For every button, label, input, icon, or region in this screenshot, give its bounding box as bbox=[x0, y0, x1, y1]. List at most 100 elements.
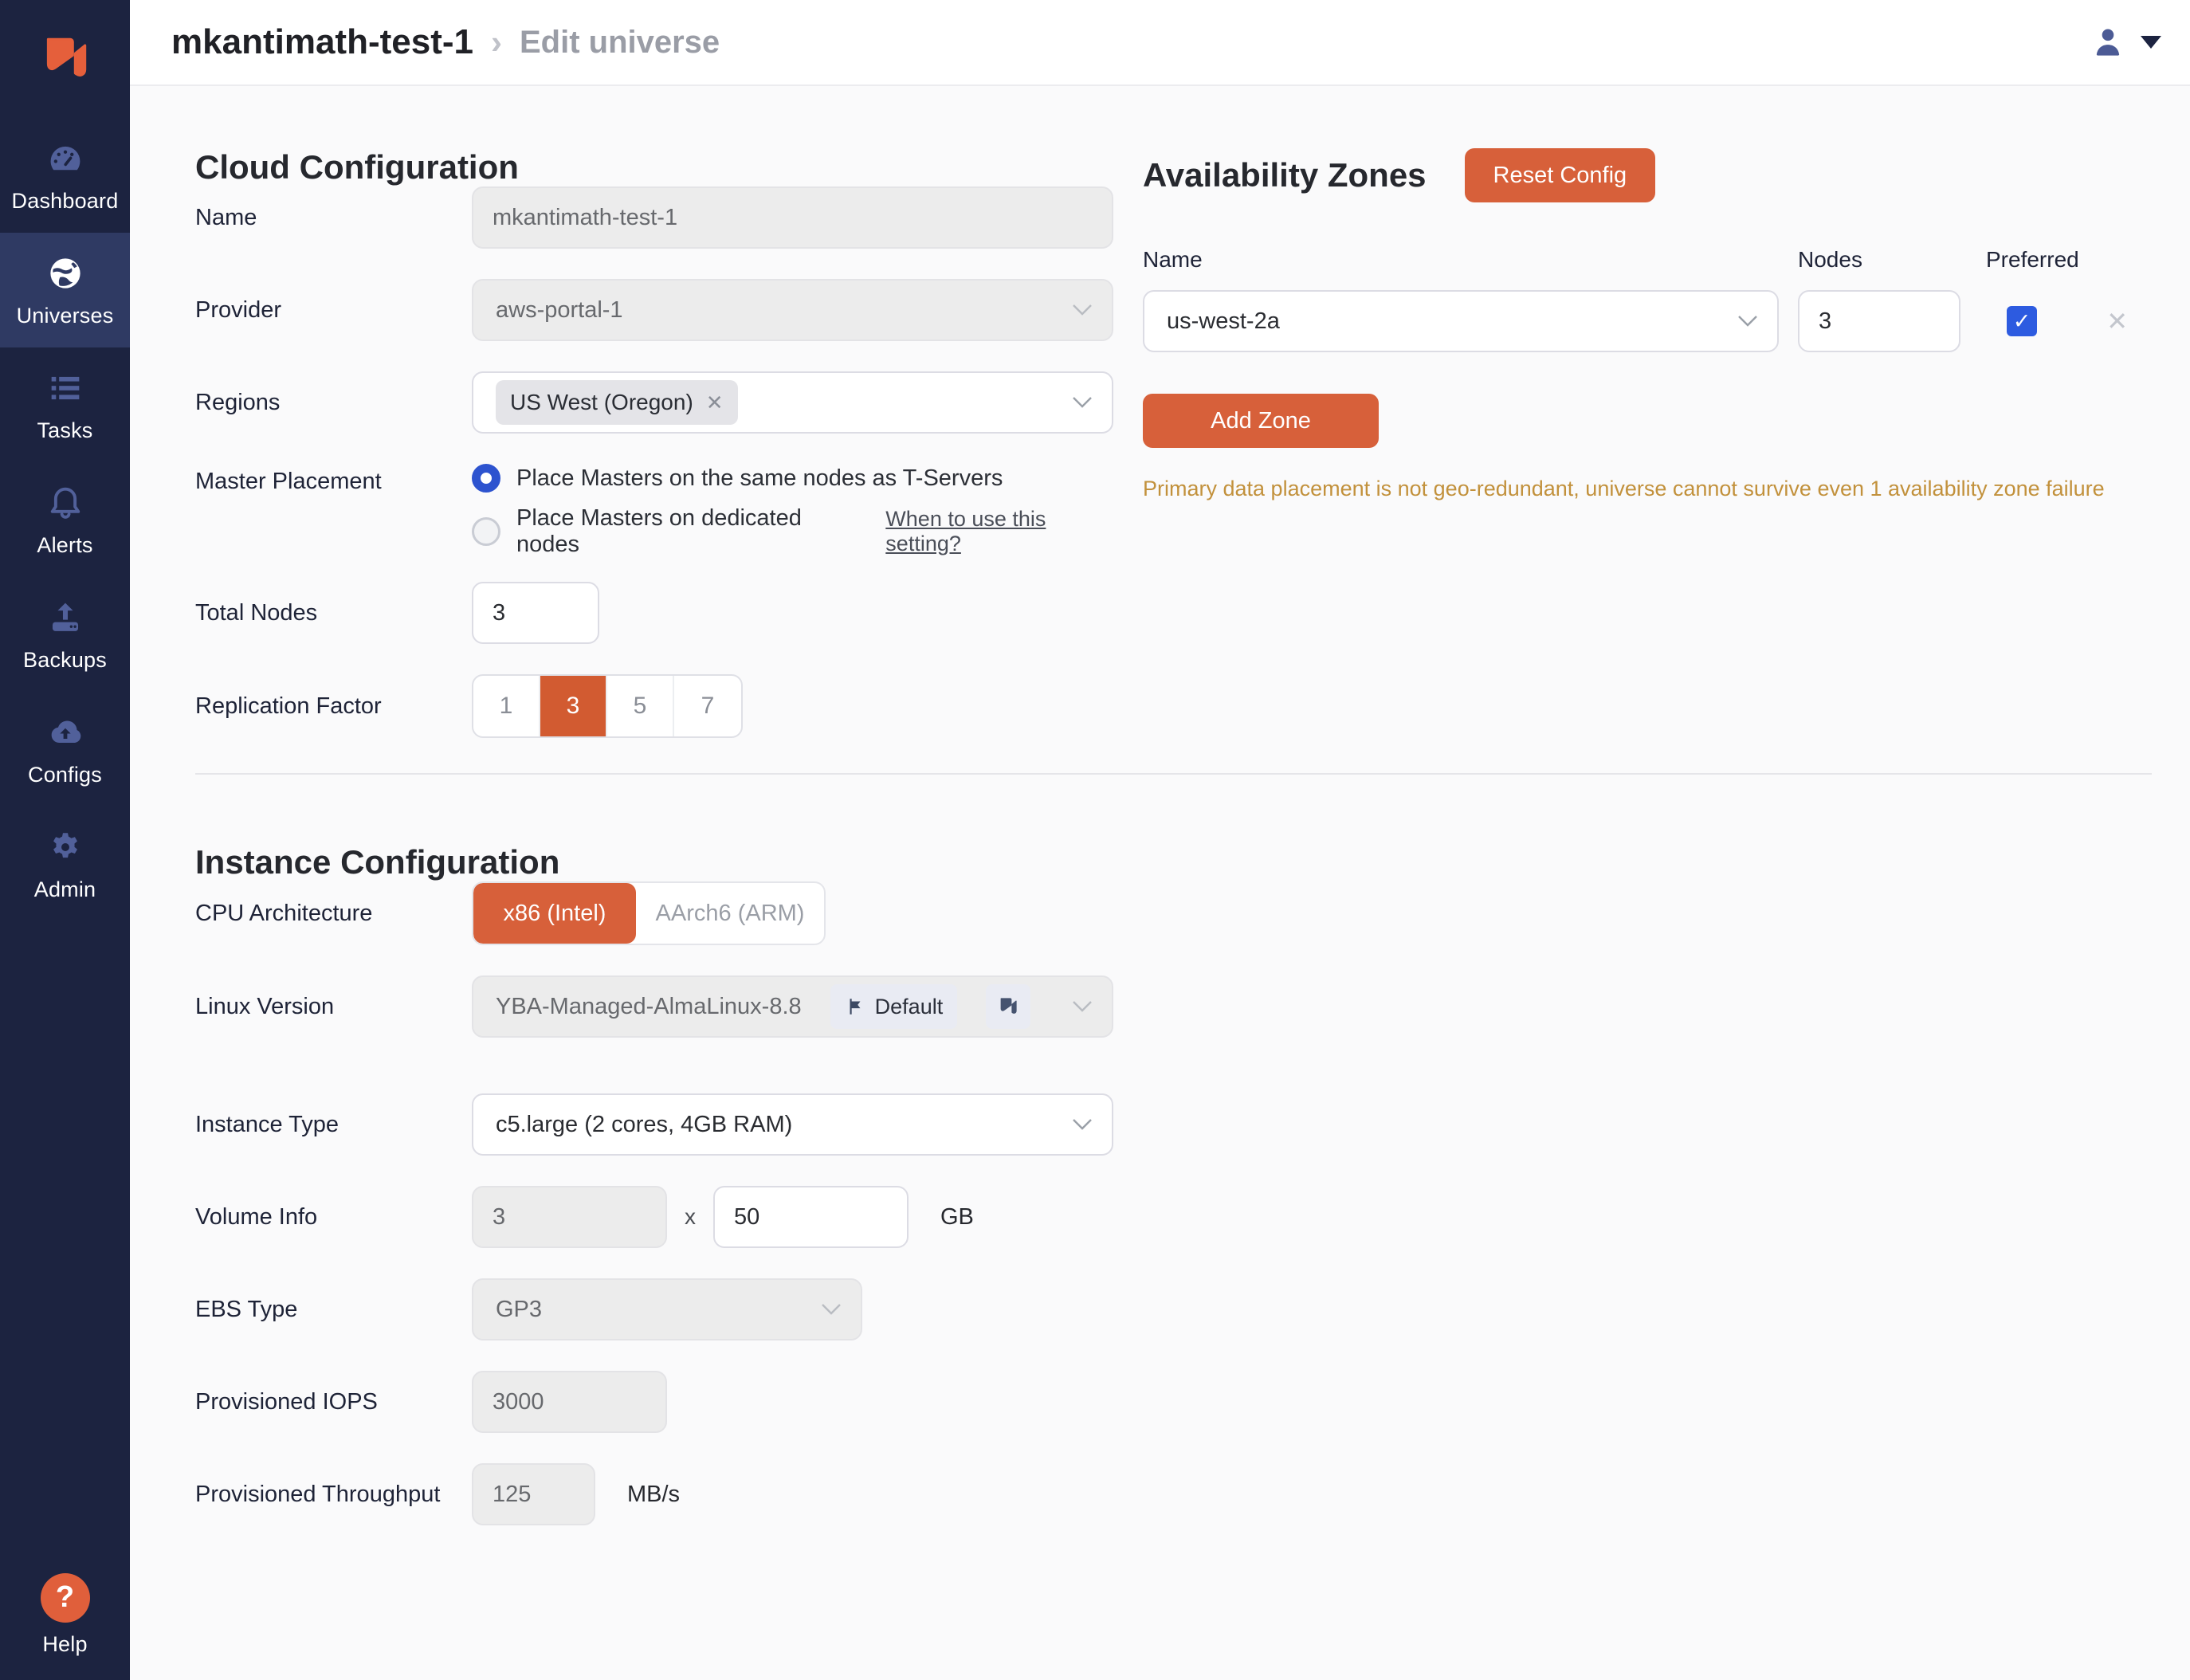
chevron-down-icon bbox=[1738, 316, 1757, 327]
regions-label: Regions bbox=[195, 389, 281, 415]
sidebar-item-label: Alerts bbox=[37, 532, 93, 557]
sidebar: Dashboard Universes Tasks Alerts Backups… bbox=[0, 0, 130, 1680]
backup-upload-icon bbox=[45, 597, 86, 638]
az-row: us-west-2a ✓ ✕ bbox=[1143, 290, 2152, 352]
remove-zone-icon[interactable]: ✕ bbox=[2106, 306, 2128, 336]
yugabyte-managed-badge bbox=[986, 984, 1031, 1029]
gauge-icon bbox=[45, 138, 86, 179]
sidebar-item-label: Tasks bbox=[37, 418, 93, 442]
cpu-x86-option-selected[interactable]: x86 (Intel) bbox=[473, 883, 636, 944]
regions-row: Regions US West (Oregon) ✕ bbox=[195, 371, 1113, 434]
instance-type-row: Instance Type c5.large (2 cores, 4GB RAM… bbox=[195, 1093, 1113, 1156]
provisioned-throughput-label: Provisioned Throughput bbox=[195, 1481, 441, 1507]
regions-select[interactable]: US West (Oregon) ✕ bbox=[472, 371, 1113, 434]
replication-factor-label: Replication Factor bbox=[195, 693, 382, 719]
preferred-checkbox-checked[interactable]: ✓ bbox=[2007, 306, 2037, 336]
instance-type-select[interactable]: c5.large (2 cores, 4GB RAM) bbox=[472, 1093, 1113, 1156]
universe-name-input bbox=[472, 186, 1113, 249]
cpu-architecture-row: CPU Architecture x86 (Intel) AArch6 (ARM… bbox=[195, 881, 1113, 945]
cloud-configuration-heading: Cloud Configuration bbox=[195, 148, 519, 186]
content: Cloud Configuration Name Provider aws-po… bbox=[130, 86, 2190, 1680]
sidebar-item-backups[interactable]: Backups bbox=[0, 577, 130, 692]
volume-info-label: Volume Info bbox=[195, 1203, 318, 1230]
rf-option-7[interactable]: 7 bbox=[674, 676, 741, 736]
az-col-preferred: Preferred bbox=[1986, 247, 2079, 272]
sidebar-item-configs[interactable]: Configs bbox=[0, 692, 130, 807]
sidebar-item-admin[interactable]: Admin bbox=[0, 807, 130, 921]
provider-row: Provider aws-portal-1 bbox=[195, 279, 1113, 341]
chevron-down-icon bbox=[822, 1304, 841, 1315]
cpu-arm-option[interactable]: AArch6 (ARM) bbox=[636, 883, 824, 944]
replication-factor-row: Replication Factor 1 3 5 7 bbox=[195, 674, 1113, 738]
cloud-upload-icon bbox=[45, 712, 86, 753]
sidebar-item-label: Help bbox=[42, 1631, 88, 1656]
master-dedicated-label: Place Masters on dedicated nodes bbox=[516, 505, 802, 557]
when-to-use-link[interactable]: When to use this setting? bbox=[885, 507, 1113, 556]
sidebar-item-label: Dashboard bbox=[11, 188, 119, 213]
volume-info-row: Volume Info x GB bbox=[195, 1186, 1113, 1248]
radio-selected-icon[interactable] bbox=[472, 464, 500, 493]
chevron-down-icon bbox=[1073, 1001, 1092, 1012]
user-menu[interactable] bbox=[2088, 22, 2161, 62]
sidebar-item-help[interactable]: ? Help bbox=[0, 1557, 130, 1672]
rf-option-3-selected[interactable]: 3 bbox=[540, 676, 607, 736]
az-zone-value: us-west-2a bbox=[1167, 308, 1280, 334]
provider-select: aws-portal-1 bbox=[472, 279, 1113, 341]
reset-config-button[interactable]: Reset Config bbox=[1464, 148, 1656, 202]
provisioned-iops-label: Provisioned IOPS bbox=[195, 1388, 378, 1415]
sidebar-item-tasks[interactable]: Tasks bbox=[0, 347, 130, 462]
rf-option-1[interactable]: 1 bbox=[473, 676, 540, 736]
sidebar-item-dashboard[interactable]: Dashboard bbox=[0, 118, 130, 233]
bell-icon bbox=[45, 482, 86, 524]
yugabyte-logo[interactable] bbox=[0, 0, 130, 118]
sidebar-item-label: Admin bbox=[33, 877, 96, 901]
az-column-headers: Name Nodes Preferred bbox=[1143, 247, 2152, 273]
sidebar-item-universes[interactable]: Universes bbox=[0, 233, 130, 347]
radio-unselected-icon[interactable] bbox=[472, 517, 500, 546]
instance-type-label: Instance Type bbox=[195, 1111, 339, 1137]
ebs-type-value: GP3 bbox=[496, 1296, 543, 1322]
instance-type-value: c5.large (2 cores, 4GB RAM) bbox=[496, 1111, 793, 1137]
linux-version-label: Linux Version bbox=[195, 993, 335, 1019]
sidebar-item-label: Universes bbox=[16, 303, 114, 328]
chevron-down-icon bbox=[1073, 1119, 1092, 1130]
linux-version-row: Linux Version YBA-Managed-AlmaLinux-8.8 … bbox=[195, 975, 1113, 1038]
ebs-type-select: GP3 bbox=[472, 1278, 862, 1340]
chevron-down-icon bbox=[1073, 397, 1092, 408]
replication-factor-selector: 1 3 5 7 bbox=[472, 674, 743, 738]
total-nodes-input[interactable] bbox=[472, 582, 599, 644]
rf-option-5[interactable]: 5 bbox=[607, 676, 674, 736]
ebs-type-label: EBS Type bbox=[195, 1296, 298, 1322]
region-chip-remove-icon[interactable]: ✕ bbox=[706, 391, 724, 415]
cloud-configuration-section: Cloud Configuration Name Provider aws-po… bbox=[195, 148, 1113, 738]
task-list-icon bbox=[45, 367, 86, 409]
sidebar-item-alerts[interactable]: Alerts bbox=[0, 462, 130, 577]
default-badge-label: Default bbox=[874, 994, 944, 1019]
availability-zones-section: Availability Zones Reset Config Name Nod… bbox=[1113, 148, 2152, 501]
throughput-unit-label: MB/s bbox=[627, 1481, 681, 1507]
provider-label: Provider bbox=[195, 296, 281, 323]
provisioned-throughput-input bbox=[472, 1463, 595, 1525]
provisioned-throughput-row: Provisioned Throughput MB/s bbox=[195, 1463, 1113, 1525]
gear-icon bbox=[45, 826, 86, 868]
header: mkantimath-test-1 › Edit universe bbox=[130, 0, 2190, 86]
help-icon: ? bbox=[40, 1572, 90, 1623]
app-window: Dashboard Universes Tasks Alerts Backups… bbox=[0, 0, 2190, 1680]
main-area: mkantimath-test-1 › Edit universe Cloud … bbox=[130, 0, 2190, 1680]
region-chip: US West (Oregon) ✕ bbox=[496, 380, 738, 425]
add-zone-button[interactable]: Add Zone bbox=[1143, 394, 1379, 448]
sidebar-item-label: Backups bbox=[23, 647, 107, 672]
provisioned-iops-row: Provisioned IOPS bbox=[195, 1371, 1113, 1433]
az-zone-select[interactable]: us-west-2a bbox=[1143, 290, 1779, 352]
instance-configuration-section: Instance Configuration CPU Architecture … bbox=[195, 843, 1113, 1525]
flag-icon bbox=[850, 999, 861, 1015]
az-nodes-input[interactable] bbox=[1798, 290, 1960, 352]
master-same-nodes-option[interactable]: Place Masters on the same nodes as T-Ser… bbox=[472, 464, 1113, 493]
volume-unit-label: GB bbox=[940, 1203, 974, 1230]
master-dedicated-option[interactable]: Place Masters on dedicated nodes When to… bbox=[472, 505, 1113, 558]
volume-size-input[interactable] bbox=[713, 1186, 909, 1248]
volume-count-input bbox=[472, 1186, 667, 1248]
az-col-nodes: Nodes bbox=[1798, 247, 1862, 272]
yugabyte-mark-icon bbox=[1000, 998, 1017, 1014]
provider-value: aws-portal-1 bbox=[496, 296, 623, 323]
